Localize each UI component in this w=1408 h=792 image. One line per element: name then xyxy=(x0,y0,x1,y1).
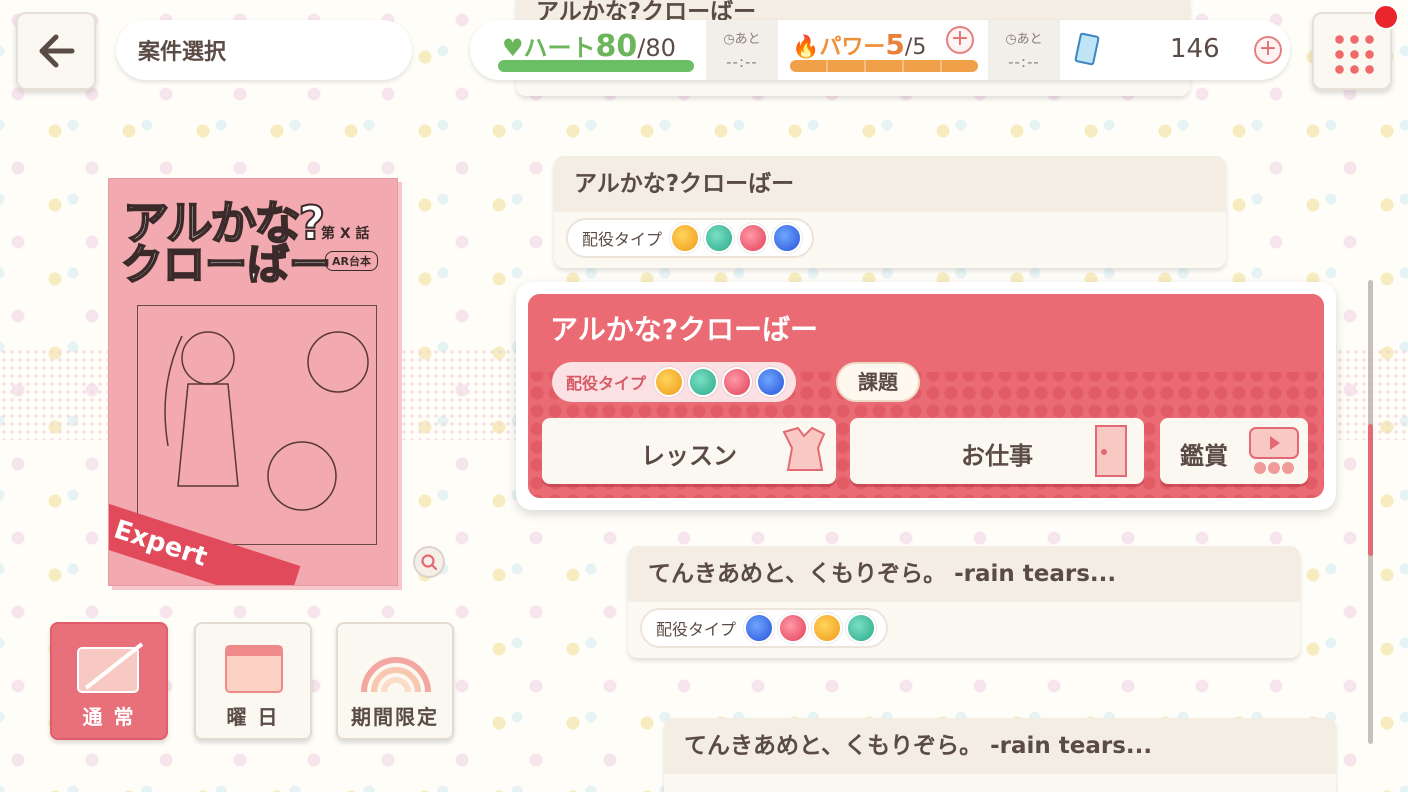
view-button[interactable]: 鑑賞 xyxy=(1160,418,1308,484)
list-item[interactable]: アルかな?クローばー 配役タイプ xyxy=(554,156,1226,268)
snow-type-icon xyxy=(772,223,803,253)
ar-label: AR台本 xyxy=(325,251,378,271)
star-type-icon xyxy=(846,613,877,643)
role-type-pill: 配役タイプ xyxy=(640,608,889,648)
calendar-icon xyxy=(225,645,283,693)
selected-job-title: アルかな?クローばー xyxy=(550,313,818,346)
power-max: /5 xyxy=(904,35,927,60)
costume-icon xyxy=(782,426,826,471)
sun-type-icon xyxy=(778,613,809,643)
power-label: パワー xyxy=(819,35,886,60)
mode-normal-button[interactable]: 通 常 xyxy=(50,622,168,740)
timer-value: --:-- xyxy=(726,53,758,71)
star-type-icon xyxy=(688,367,719,397)
back-button[interactable] xyxy=(16,12,96,90)
heart-meter: ♥ハート80/80 xyxy=(498,24,698,76)
task-button[interactable]: 課題 xyxy=(836,362,920,402)
work-button[interactable]: お仕事 xyxy=(850,418,1144,484)
moon-type-icon xyxy=(670,223,701,253)
selected-job-card[interactable]: アルかな?クローばー 配役タイプ 課題 レッスン お仕事 鑑賞 xyxy=(516,282,1336,510)
mode-label: 期間限定 xyxy=(351,705,439,729)
episode-label: 第 X 話 xyxy=(321,226,370,242)
heart-max: /80 xyxy=(637,34,676,62)
role-label: 配役タイプ xyxy=(656,620,737,639)
notification-badge xyxy=(1373,4,1399,30)
magnifier-icon xyxy=(421,554,438,571)
star-type-icon xyxy=(704,223,735,253)
heart-icon: ♥ xyxy=(502,34,524,62)
add-ticket-button[interactable]: + xyxy=(1254,36,1282,64)
page-title: 案件選択 xyxy=(116,20,412,80)
timer-label: あと xyxy=(1016,32,1043,47)
job-title: てんきあめと、くもりぞら。 -rain tears... xyxy=(664,718,1336,774)
heart-bar xyxy=(498,60,694,72)
job-title: アルかな?クローばー xyxy=(554,156,1226,212)
theater-icon xyxy=(1249,427,1299,474)
timer-label: あと xyxy=(734,32,761,47)
job-title: てんきあめと、くもりぞら。 -rain tears... xyxy=(628,546,1300,602)
add-power-button[interactable]: + xyxy=(946,26,974,54)
role-type-pill: 配役タイプ xyxy=(566,218,815,258)
mode-label: 曜 日 xyxy=(226,705,280,729)
grid-menu-icon xyxy=(1332,32,1376,76)
lesson-button[interactable]: レッスン xyxy=(542,418,836,484)
power-timer: ◷あと --:-- xyxy=(988,20,1060,80)
heart-value: 80 xyxy=(595,29,638,64)
power-value: 5 xyxy=(885,28,905,61)
ticket-count: 146 xyxy=(1170,34,1220,64)
character-sketch xyxy=(164,331,369,511)
clock-icon: ◷ xyxy=(723,32,735,47)
mode-label: 通 常 xyxy=(82,705,136,729)
list-item[interactable]: てんきあめと、くもりぞら。 -rain tears... 配役タイプ xyxy=(628,546,1300,658)
snow-type-icon xyxy=(756,367,787,397)
role-label: 配役タイプ xyxy=(566,374,647,393)
list-item[interactable]: てんきあめと、くもりぞら。 -rain tears... xyxy=(664,718,1336,792)
scrollbar-thumb[interactable] xyxy=(1368,424,1373,556)
arrow-left-icon xyxy=(39,34,75,68)
zoom-button[interactable] xyxy=(413,546,445,578)
power-bar xyxy=(790,60,978,72)
heart-timer: ◷あと --:-- xyxy=(706,20,778,80)
mode-limited-button[interactable]: 期間限定 xyxy=(336,622,454,740)
snow-type-icon xyxy=(744,613,775,643)
cover-title-line2: クローばー xyxy=(120,239,332,290)
script-cover: アルかな? クローばー 第 X 話 AR台本 Expert xyxy=(108,178,398,586)
role-type-pill: 配役タイプ xyxy=(552,362,797,402)
rainbow-icon xyxy=(361,657,431,693)
ticket-icon xyxy=(1074,32,1100,66)
flame-icon: 🔥 xyxy=(792,35,820,60)
sun-type-icon xyxy=(738,223,769,253)
resource-status-bar: ♥ハート80/80 ◷あと --:-- 🔥パワー5/5 + ◷あと --:-- … xyxy=(470,20,1290,80)
clock-icon: ◷ xyxy=(1005,32,1017,47)
role-label: 配役タイプ xyxy=(582,230,663,249)
mode-weekday-button[interactable]: 曜 日 xyxy=(194,622,312,740)
moon-type-icon xyxy=(654,367,685,397)
moon-type-icon xyxy=(812,613,843,643)
timer-value: --:-- xyxy=(1008,53,1040,71)
heart-label: ハート xyxy=(523,34,596,62)
cover-illustration xyxy=(137,305,377,545)
sun-type-icon xyxy=(722,367,753,397)
notebook-icon xyxy=(77,642,144,693)
